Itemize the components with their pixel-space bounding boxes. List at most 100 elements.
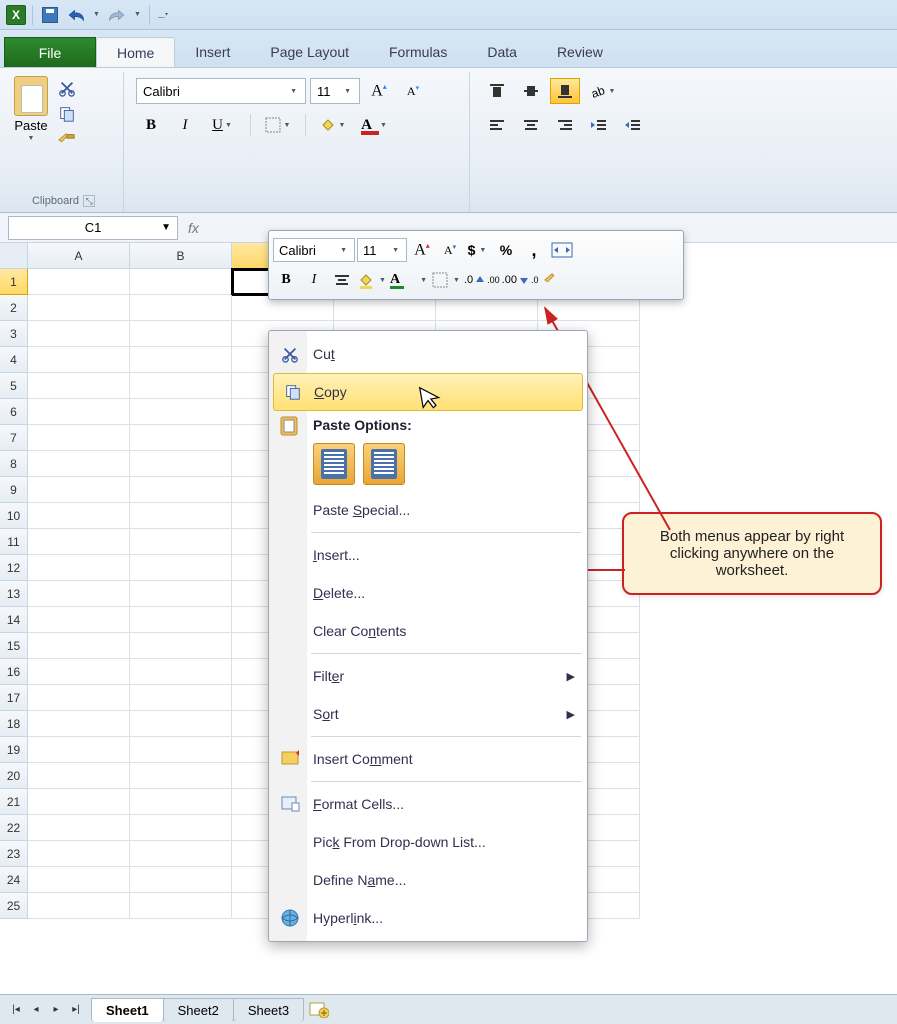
row-header[interactable]: 23 — [0, 841, 28, 867]
row-header[interactable]: 12 — [0, 555, 28, 581]
cell[interactable] — [28, 737, 130, 763]
cell[interactable] — [130, 659, 232, 685]
mini-align-center-button[interactable] — [329, 268, 355, 292]
paste-option-all[interactable] — [313, 443, 355, 485]
sheet-nav-first[interactable]: |◂ — [6, 1000, 26, 1020]
cell[interactable] — [28, 659, 130, 685]
cell[interactable] — [130, 815, 232, 841]
formulas-tab[interactable]: Formulas — [369, 37, 467, 67]
cell[interactable] — [28, 893, 130, 919]
cell[interactable] — [28, 607, 130, 633]
cell[interactable] — [28, 347, 130, 373]
cm-format-cells[interactable]: Format Cells... — [271, 785, 585, 823]
cell[interactable] — [28, 373, 130, 399]
row-header[interactable]: 18 — [0, 711, 28, 737]
grow-font-button[interactable]: A▴ — [364, 78, 394, 104]
col-header[interactable]: A — [28, 243, 130, 269]
insert-tab[interactable]: Insert — [175, 37, 250, 67]
cell[interactable] — [28, 451, 130, 477]
cell[interactable] — [28, 633, 130, 659]
font-name-combo[interactable]: Calibri▼ — [136, 78, 306, 104]
row-header[interactable]: 21 — [0, 789, 28, 815]
mini-comma-button[interactable]: , — [521, 238, 547, 262]
cell[interactable] — [28, 321, 130, 347]
mini-italic-button[interactable]: I — [301, 268, 327, 292]
home-tab[interactable]: Home — [96, 37, 175, 67]
mini-size-combo[interactable]: 11▼ — [357, 238, 407, 262]
row-header[interactable]: 5 — [0, 373, 28, 399]
qat-customize-icon[interactable]: ⎽▾ — [158, 11, 168, 19]
cell[interactable] — [28, 711, 130, 737]
mini-grow-font-button[interactable]: A▴ — [409, 238, 435, 262]
increase-indent-button[interactable] — [618, 112, 648, 138]
cell[interactable] — [130, 867, 232, 893]
fx-icon[interactable]: fx — [188, 220, 199, 236]
row-header[interactable]: 6 — [0, 399, 28, 425]
cell[interactable] — [130, 581, 232, 607]
row-header[interactable]: 3 — [0, 321, 28, 347]
row-header[interactable]: 16 — [0, 659, 28, 685]
page-layout-tab[interactable]: Page Layout — [250, 37, 369, 67]
mini-decrease-decimal-button[interactable]: .00.0 — [502, 268, 539, 292]
cell[interactable] — [28, 477, 130, 503]
cell[interactable] — [130, 893, 232, 919]
cm-cut[interactable]: Cut — [271, 335, 585, 373]
cell[interactable] — [130, 451, 232, 477]
cell[interactable] — [130, 347, 232, 373]
new-sheet-button[interactable] — [308, 1001, 330, 1019]
cell[interactable] — [130, 503, 232, 529]
cell[interactable] — [130, 529, 232, 555]
cm-define-name[interactable]: Define Name... — [271, 861, 585, 899]
italic-button[interactable]: I — [170, 112, 200, 138]
fill-color-button[interactable]: ▼ — [314, 112, 352, 138]
cm-paste-special[interactable]: Paste Special... — [271, 491, 585, 529]
cell[interactable] — [28, 529, 130, 555]
cell[interactable] — [28, 685, 130, 711]
cell[interactable] — [130, 477, 232, 503]
cell[interactable] — [130, 373, 232, 399]
borders-button[interactable]: ▼ — [259, 112, 297, 138]
row-header[interactable]: 10 — [0, 503, 28, 529]
cm-sort[interactable]: Sort▶ — [271, 695, 585, 733]
cell[interactable] — [28, 399, 130, 425]
name-box[interactable]: C1▼ — [8, 216, 178, 240]
cell[interactable] — [28, 269, 130, 295]
row-header[interactable]: 4 — [0, 347, 28, 373]
cell[interactable] — [130, 789, 232, 815]
align-right-button[interactable] — [550, 112, 580, 138]
copy-button[interactable] — [56, 104, 78, 124]
mini-borders-button[interactable]: ▼ — [431, 268, 462, 292]
row-header[interactable]: 13 — [0, 581, 28, 607]
format-painter-button[interactable] — [56, 130, 78, 150]
cell[interactable] — [130, 295, 232, 321]
cm-insert[interactable]: Insert... — [271, 536, 585, 574]
paste-dropdown-icon[interactable]: ▼ — [28, 135, 35, 142]
cell[interactable] — [130, 737, 232, 763]
shrink-font-button[interactable]: A▾ — [398, 78, 428, 104]
mini-font-combo[interactable]: Calibri▼ — [273, 238, 355, 262]
cell[interactable] — [130, 555, 232, 581]
redo-button[interactable] — [106, 4, 128, 26]
cm-insert-comment[interactable]: Insert Comment — [271, 740, 585, 778]
row-header[interactable]: 25 — [0, 893, 28, 919]
undo-dropdown-icon[interactable]: ▼ — [93, 11, 100, 18]
mini-increase-decimal-button[interactable]: .0.00 — [464, 268, 500, 292]
cell[interactable] — [130, 607, 232, 633]
col-header[interactable]: B — [130, 243, 232, 269]
align-top-button[interactable] — [482, 78, 512, 104]
mini-shrink-font-button[interactable]: A▾ — [437, 238, 463, 262]
row-header[interactable]: 2 — [0, 295, 28, 321]
align-left-button[interactable] — [482, 112, 512, 138]
mini-font-color-button[interactable]: A▼ — [390, 268, 429, 292]
sheet-nav-last[interactable]: ▸| — [66, 1000, 86, 1020]
row-header[interactable]: 17 — [0, 685, 28, 711]
sheet-nav-prev[interactable]: ◂ — [26, 1000, 46, 1020]
cell[interactable] — [130, 685, 232, 711]
cell[interactable] — [28, 789, 130, 815]
font-color-button[interactable]: A▼ — [356, 112, 394, 138]
row-header[interactable]: 22 — [0, 815, 28, 841]
cell[interactable] — [130, 841, 232, 867]
row-header[interactable]: 7 — [0, 425, 28, 451]
cell[interactable] — [28, 815, 130, 841]
row-header[interactable]: 11 — [0, 529, 28, 555]
